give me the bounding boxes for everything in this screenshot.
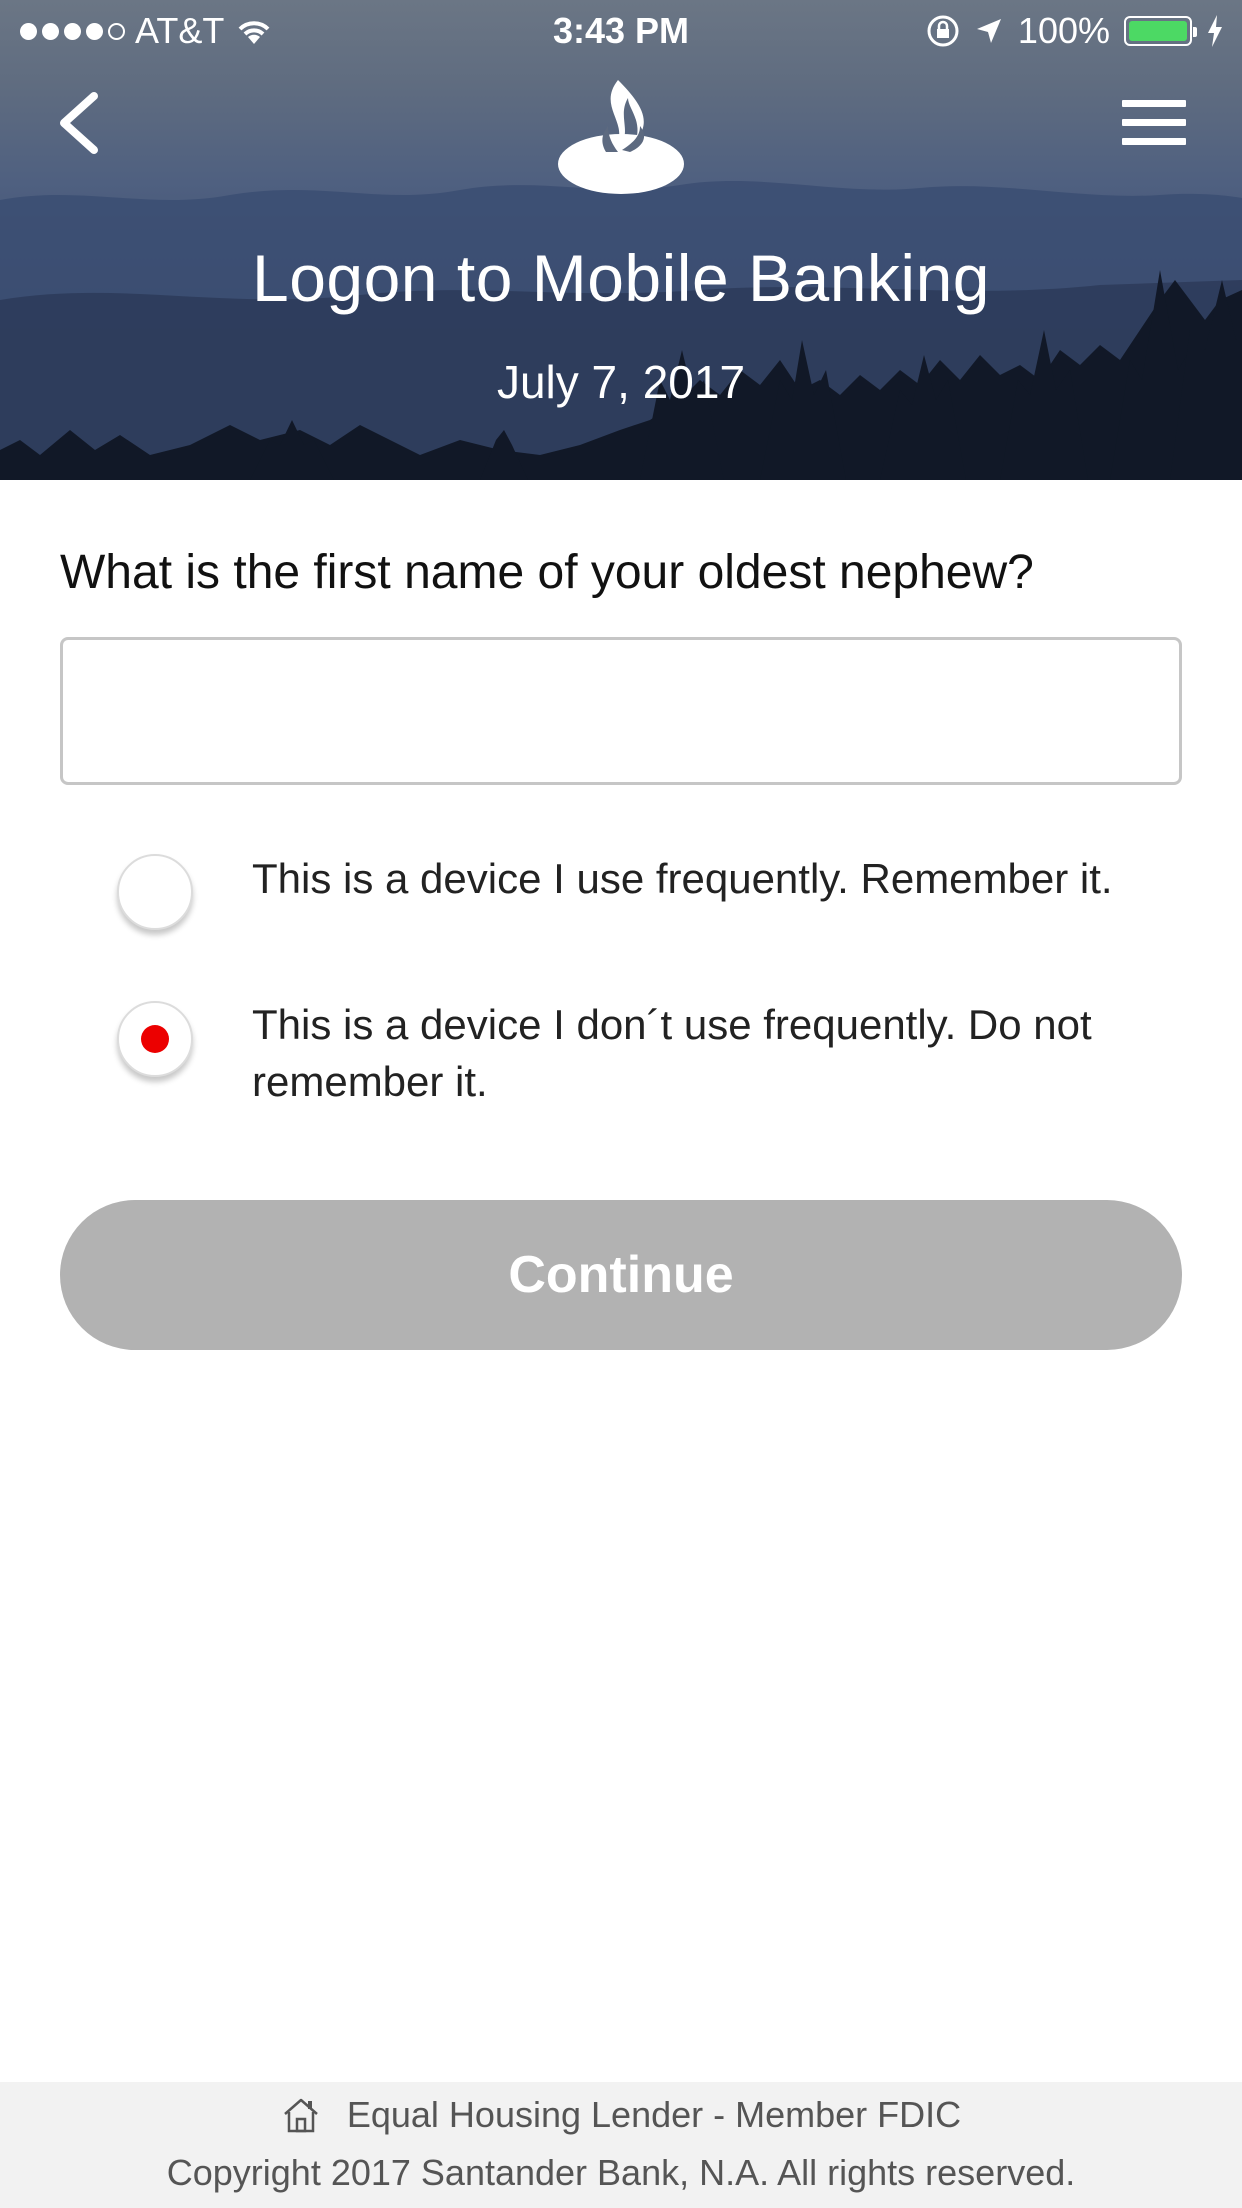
- house-icon: [284, 2098, 318, 2133]
- security-answer-input[interactable]: [60, 637, 1182, 785]
- santander-flame-logo: [558, 80, 684, 194]
- orientation-lock-icon: [927, 15, 959, 47]
- footer: Equal Housing Lender - Member FDIC Copyr…: [0, 2082, 1242, 2208]
- radio-do-not-remember-label[interactable]: This is a device I don´t use frequently.…: [252, 996, 1132, 1110]
- footer-housing-text: Equal Housing Lender - Member FDIC: [346, 2094, 962, 2135]
- back-chevron-icon[interactable]: [50, 88, 110, 158]
- radio-selected-dot: [141, 1025, 169, 1053]
- header-banner: AT&T 3:43 PM 100% Logon to Mobile Bankin…: [0, 0, 1242, 480]
- page-date: July 7, 2017: [496, 356, 746, 408]
- status-right: 100%: [926, 10, 1224, 52]
- location-arrow-icon: [976, 19, 1001, 43]
- battery-percent: 100%: [1017, 10, 1110, 51]
- radio-remember-device[interactable]: [117, 854, 193, 930]
- footer-housing-line: Equal Housing Lender - Member FDIC: [0, 2094, 1242, 2136]
- security-question-label: What is the first name of your oldest ne…: [60, 546, 1034, 599]
- charging-bolt-icon: [1208, 15, 1222, 47]
- page-title: Logon to Mobile Banking: [251, 241, 990, 315]
- status-bar: AT&T 3:43 PM 100%: [0, 0, 1242, 62]
- radio-do-not-remember-device[interactable]: [117, 1001, 193, 1077]
- continue-button[interactable]: Continue: [60, 1200, 1182, 1350]
- radio-remember-label[interactable]: This is a device I use frequently. Remem…: [252, 850, 1132, 907]
- hamburger-menu-icon[interactable]: [1122, 100, 1186, 146]
- battery-icon: [1124, 16, 1197, 46]
- footer-copyright: Copyright 2017 Santander Bank, N.A. All …: [166, 2152, 1076, 2193]
